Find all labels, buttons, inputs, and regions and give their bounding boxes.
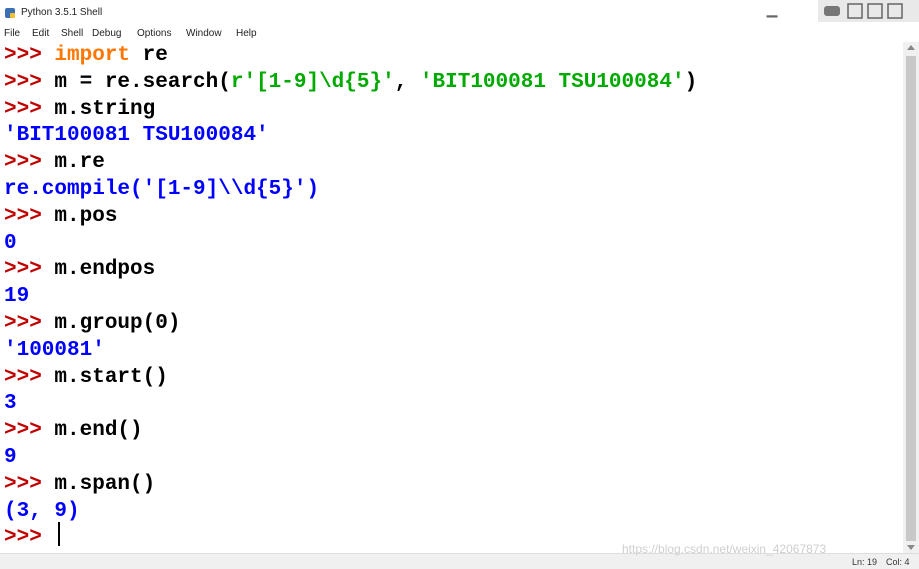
string-token: 'BIT100081 TSU100084' bbox=[419, 70, 685, 94]
shell-output-line: 9 bbox=[4, 444, 17, 471]
shell-prompt: >>> bbox=[4, 44, 42, 67]
output-text: 'BIT100081 TSU100084' bbox=[4, 124, 269, 148]
shell-input-line: >>> m.end() bbox=[4, 417, 143, 444]
menu-debug[interactable]: Debug bbox=[92, 28, 121, 39]
menu-window[interactable]: Window bbox=[186, 28, 222, 39]
window-title: Python 3.5.1 Shell bbox=[21, 7, 103, 18]
shell-output-line: 19 bbox=[4, 283, 29, 310]
code-token: , bbox=[394, 70, 420, 94]
code-token: m.span() bbox=[54, 472, 156, 496]
shell-output-line: '100081' bbox=[4, 337, 105, 364]
shell-prompt: >>> bbox=[4, 472, 42, 496]
shell-input-line: >>> bbox=[4, 524, 54, 551]
shell-input-line: >>> import re bbox=[4, 42, 168, 69]
minimize-icon: ▁ bbox=[766, 1, 778, 17]
idle-shell-window: Python 3.5.1 Shell ▁ File Edit Shell Debug O… bbox=[0, 0, 919, 569]
output-text: 0 bbox=[4, 231, 17, 255]
menu-bar: File Edit Shell Debug Options Window Help bbox=[0, 25, 919, 42]
code-token: m.pos bbox=[54, 204, 118, 228]
keyword-token: import bbox=[54, 44, 131, 67]
output-text: '100081' bbox=[4, 338, 105, 362]
shell-output-line: 0 bbox=[4, 230, 17, 257]
code-token: re bbox=[130, 44, 168, 67]
scroll-up-icon[interactable] bbox=[907, 45, 915, 50]
shell-prompt: >>> bbox=[4, 70, 42, 94]
shell-output-line: 3 bbox=[4, 390, 17, 417]
menu-options[interactable]: Options bbox=[137, 28, 171, 39]
shell-prompt: >>> bbox=[4, 97, 42, 121]
string-token: r'[1-9]\d{5}' bbox=[230, 70, 395, 94]
overlay-widget-icon bbox=[818, 0, 919, 22]
title-bar[interactable]: Python 3.5.1 Shell ▁ bbox=[0, 0, 919, 25]
output-text: 19 bbox=[4, 285, 30, 309]
watermark-text: https://blog.csdn.net/weixin_42067873 bbox=[622, 542, 827, 556]
shell-output-line: re.compile('[1-9]\\d{5}') bbox=[4, 176, 319, 203]
shell-input-line: >>> m.span() bbox=[4, 471, 155, 498]
shell-prompt: >>> bbox=[4, 365, 42, 389]
vertical-scrollbar[interactable] bbox=[903, 42, 919, 553]
shell-prompt: >>> bbox=[4, 258, 42, 282]
shell-prompt: >>> bbox=[4, 204, 42, 228]
scrollbar-thumb[interactable] bbox=[906, 56, 916, 541]
menu-file[interactable]: File bbox=[4, 28, 20, 39]
shell-input-line: >>> m.group(0) bbox=[4, 310, 180, 337]
shell-input-line: >>> m.string bbox=[4, 96, 155, 123]
status-line-number: Ln: 19 bbox=[852, 557, 878, 567]
shell-prompt: >>> bbox=[4, 526, 42, 550]
code-token: m.end() bbox=[54, 419, 143, 443]
shell-output-line: 'BIT100081 TSU100084' bbox=[4, 122, 269, 149]
code-token: m.endpos bbox=[54, 258, 156, 282]
shell-input-line: >>> m.pos bbox=[4, 203, 117, 230]
python-idle-icon bbox=[5, 8, 15, 18]
code-token: m.start() bbox=[54, 365, 168, 389]
menu-edit[interactable]: Edit bbox=[32, 28, 49, 39]
text-cursor bbox=[58, 522, 60, 546]
code-token: m.string bbox=[54, 97, 156, 121]
shell-output-line: (3, 9) bbox=[4, 498, 80, 525]
shell-input-line: >>> m.start() bbox=[4, 364, 168, 391]
output-text: (3, 9) bbox=[4, 499, 80, 523]
shell-input-line: >>> m = re.search(r'[1-9]\d{5}', 'BIT100… bbox=[4, 69, 697, 96]
minimize-button[interactable]: ▁ bbox=[760, 2, 784, 22]
shell-prompt: >>> bbox=[4, 419, 42, 443]
shell-prompt: >>> bbox=[4, 312, 42, 335]
menu-help[interactable]: Help bbox=[236, 28, 257, 39]
output-text: 3 bbox=[4, 392, 17, 416]
shell-output-area[interactable]: >>> import re >>> m = re.search(r'[1-9]\d… bbox=[0, 42, 903, 553]
code-token: m.group(0) bbox=[54, 312, 181, 335]
shell-prompt: >>> bbox=[4, 151, 42, 175]
output-text: re.compile('[1-9]\\d{5}') bbox=[4, 178, 320, 201]
output-text: 9 bbox=[4, 446, 17, 469]
status-column-number: Col: 4 bbox=[886, 557, 910, 567]
shell-input-line: >>> m.endpos bbox=[4, 256, 155, 283]
code-token: m.re bbox=[54, 151, 105, 175]
menu-shell[interactable]: Shell bbox=[61, 28, 83, 39]
code-token: ) bbox=[684, 70, 698, 94]
scroll-down-icon[interactable] bbox=[907, 545, 915, 550]
code-token: m = re.search( bbox=[54, 70, 231, 94]
shell-input-line: >>> m.re bbox=[4, 149, 105, 176]
